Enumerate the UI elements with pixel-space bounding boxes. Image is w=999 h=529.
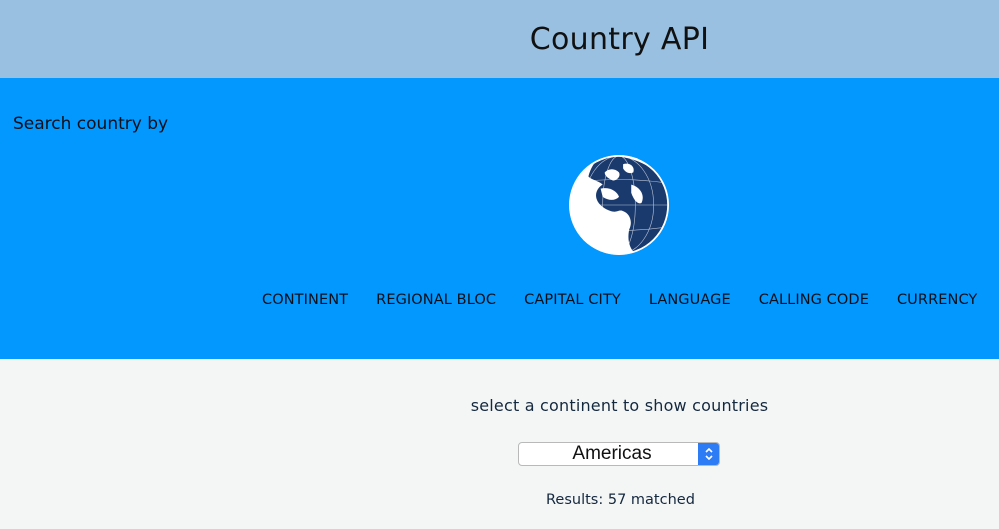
results-count: Results: 57 matched xyxy=(546,492,695,508)
nav-regional-bloc[interactable]: REGIONAL BLOC xyxy=(362,292,510,308)
top-bar: Country API xyxy=(0,0,999,78)
search-category-nav: CONTINENT REGIONAL BLOC CAPITAL CITY LAN… xyxy=(248,292,991,308)
chevron-updown-icon[interactable] xyxy=(698,443,719,465)
nav-continent[interactable]: CONTINENT xyxy=(248,292,362,308)
continent-select[interactable]: Americas xyxy=(518,442,720,466)
globe-icon xyxy=(569,155,669,255)
results-section: select a continent to show countries Ame… xyxy=(0,359,999,529)
nav-calling-code[interactable]: CALLING CODE xyxy=(745,292,883,308)
search-by-label: Search country by xyxy=(13,114,169,134)
search-hero: Search country by CONTINENT REGIONAL BLO… xyxy=(0,78,999,359)
nav-language[interactable]: LANGUAGE xyxy=(635,292,745,308)
nav-capital-city[interactable]: CAPITAL CITY xyxy=(510,292,635,308)
continent-prompt: select a continent to show countries xyxy=(470,396,769,415)
continent-select-value: Americas xyxy=(572,443,652,464)
page-title: Country API xyxy=(529,21,710,57)
nav-currency[interactable]: CURRENCY xyxy=(883,292,991,308)
